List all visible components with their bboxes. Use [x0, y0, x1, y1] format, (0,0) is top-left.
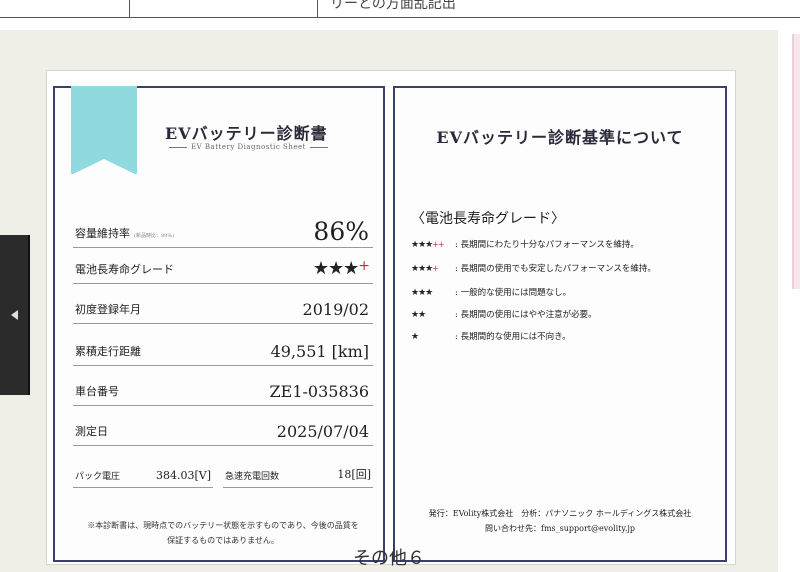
measure-date-row: 測定日 2025/07/04	[73, 406, 373, 446]
measure-date-label: 測定日	[75, 425, 108, 438]
registration-label: 初度登録年月	[75, 303, 141, 316]
registration-row: 初度登録年月 2019/02	[73, 284, 373, 324]
gallery-prev-button[interactable]	[0, 235, 30, 395]
contact-line: 問い合わせ先：fms_support@evolity.jp	[484, 524, 635, 533]
measure-date-value: 2025/07/04	[276, 422, 369, 441]
quick-charge-label: 急速充電回数	[225, 472, 280, 482]
sheet-title: EVバッテリー診断書	[165, 124, 328, 143]
capacity-label: 容量維持率	[75, 227, 130, 240]
grade-heading: 〈電池長寿命グレード〉	[411, 211, 565, 227]
mileage-value: 49,551 [km]	[270, 342, 369, 361]
grade-item: ★★★++: 長期間にわたり十分なパフォーマンスを維持。	[411, 240, 639, 250]
mileage-row: 累積走行距離 49,551 [km]	[73, 324, 373, 366]
grade-label: 電池長寿命グレード	[75, 263, 174, 276]
table-cell	[0, 0, 130, 18]
ribbon-bookmark-icon	[71, 86, 137, 175]
side-highlight	[792, 34, 800, 289]
table-cell-text: リーとの方面乱記出	[330, 0, 456, 12]
vin-row: 車台番号 ZE1-035836	[73, 366, 373, 406]
left-arrow-icon	[10, 310, 18, 320]
quick-charge-value: 18[回]	[337, 468, 371, 481]
issuer-line: 発行：EVolity株式会社 分析：パナソニック ホールディングス株式会社	[428, 509, 692, 518]
gallery-photo[interactable]: EVバッテリー診断書 EV Battery Diagnostic Sheet 容…	[46, 70, 736, 565]
mileage-label: 累積走行距離	[75, 345, 141, 358]
grade-item: ★★★+: 長期間の使用でも安定したパフォーマンスを維持。	[411, 264, 656, 274]
grade-plus: +	[358, 258, 370, 274]
grade-item: ★: 長期間的な使用には不向き。	[411, 332, 571, 342]
grade-row: 電池長寿命グレード ★★★+	[73, 248, 373, 284]
pack-voltage-value: 384.03[V]	[155, 469, 211, 482]
grade-item: ★★★: 一般的な使用には問題なし。	[411, 288, 572, 298]
capacity-note: (新品時比：89%)	[134, 233, 175, 239]
sheet-subtitle: EV Battery Diagnostic Sheet	[165, 143, 332, 151]
pack-voltage-label: パック電圧	[75, 472, 121, 482]
spec-table-strip: リーとの方面乱記出	[0, 0, 800, 18]
diagnostic-sheet-card: EVバッテリー診断書 EV Battery Diagnostic Sheet 容…	[53, 86, 385, 562]
capacity-value: 86%	[313, 217, 369, 246]
vin-label: 車台番号	[75, 385, 119, 398]
table-cell	[130, 0, 318, 18]
grade-stars: ★★★+	[312, 258, 370, 279]
capacity-row: 容量維持率 (新品時比：89%) 86%	[73, 208, 373, 248]
vin-value: ZE1-035836	[269, 382, 369, 401]
grade-item: ★★: 長期間の使用にはやや注意が必要。	[411, 310, 597, 320]
criteria-title: EVバッテリー診断基準について	[436, 128, 684, 147]
registration-value: 2019/02	[302, 300, 369, 319]
side-panel	[778, 30, 800, 572]
image-caption: その他６	[353, 548, 425, 569]
image-gallery: EVバッテリー診断書 EV Battery Diagnostic Sheet 容…	[0, 30, 778, 572]
voltage-charge-row: パック電圧 384.03[V] 急速充電回数 18[回]	[73, 466, 373, 488]
criteria-card: EVバッテリー診断基準について 〈電池長寿命グレード〉 ★★★++: 長期間にわ…	[393, 86, 727, 562]
grade-stars-text: ★★★	[312, 258, 359, 279]
